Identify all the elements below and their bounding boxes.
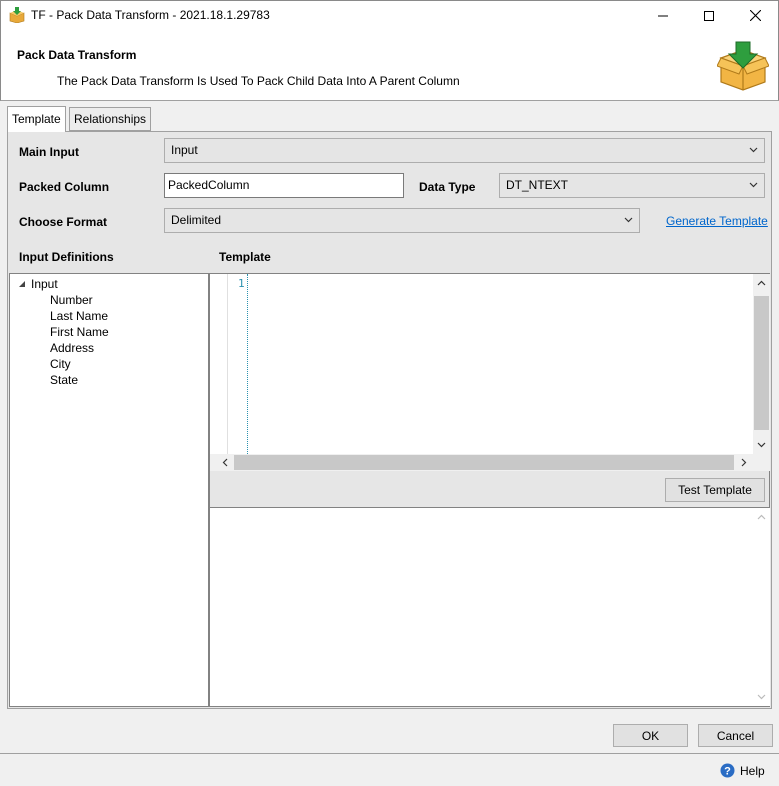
main-input-select[interactable]: Input xyxy=(164,138,765,163)
ok-button[interactable]: OK xyxy=(613,724,688,747)
generate-template-link[interactable]: Generate Template xyxy=(666,214,768,228)
minimize-button[interactable] xyxy=(640,1,686,30)
scroll-down-icon[interactable] xyxy=(757,440,766,449)
svg-text:?: ? xyxy=(724,766,731,778)
app-icon xyxy=(9,7,25,24)
line-number: 1 xyxy=(238,277,245,290)
maximize-icon xyxy=(704,10,714,21)
header-title: Pack Data Transform xyxy=(17,48,137,62)
cancel-button[interactable]: Cancel xyxy=(698,724,773,747)
maximize-button[interactable] xyxy=(686,1,732,30)
tree-node-number[interactable]: Number xyxy=(50,293,93,307)
scroll-left-icon[interactable] xyxy=(221,458,230,467)
footer-separator xyxy=(0,753,779,754)
dialog-header: Pack Data Transform The Pack Data Transf… xyxy=(0,31,779,101)
help-label: Help xyxy=(740,763,765,778)
results-scrollbar[interactable] xyxy=(753,508,770,706)
main-input-label: Main Input xyxy=(19,145,79,159)
tree-node-address[interactable]: Address xyxy=(50,341,94,355)
template-heading: Template xyxy=(219,250,271,264)
choose-format-select[interactable]: Delimited xyxy=(164,208,640,233)
tree-node-first-name[interactable]: First Name xyxy=(50,325,109,339)
horizontal-scrollbar[interactable] xyxy=(210,454,753,471)
main-input-value: Input xyxy=(171,143,198,157)
data-type-value: DT_NTEXT xyxy=(506,178,569,192)
choose-format-value: Delimited xyxy=(171,213,222,227)
input-definitions-tree[interactable]: Input Number Last Name First Name Addres… xyxy=(9,273,209,707)
test-results-area[interactable] xyxy=(209,507,770,707)
tree-node-state[interactable]: State xyxy=(50,373,78,387)
editor-margin xyxy=(210,274,228,454)
choose-format-label: Choose Format xyxy=(19,215,108,229)
test-template-button[interactable]: Test Template xyxy=(665,478,765,502)
help-icon: ? xyxy=(720,763,735,778)
gutter-separator xyxy=(247,274,248,454)
input-definitions-heading: Input Definitions xyxy=(19,250,114,264)
tree-node-city[interactable]: City xyxy=(50,357,71,371)
template-editor[interactable]: 1 xyxy=(209,273,770,471)
chevron-down-icon xyxy=(749,182,758,188)
packed-column-label: Packed Column xyxy=(19,180,110,194)
tree-node-last-name[interactable]: Last Name xyxy=(50,309,108,323)
tree-node-input[interactable]: Input xyxy=(31,277,58,291)
data-type-label: Data Type xyxy=(419,180,476,194)
packed-column-input[interactable]: PackedColumn xyxy=(164,173,404,198)
close-button[interactable] xyxy=(732,1,778,30)
chevron-down-icon xyxy=(624,217,633,223)
scroll-up-icon[interactable] xyxy=(757,279,766,288)
window-title: TF - Pack Data Transform - 2021.18.1.297… xyxy=(31,8,270,22)
scroll-right-icon[interactable] xyxy=(739,458,748,467)
scroll-up-icon[interactable] xyxy=(757,513,766,522)
expanded-triangle-icon[interactable] xyxy=(18,280,26,288)
close-icon xyxy=(749,10,761,21)
data-type-select[interactable]: DT_NTEXT xyxy=(499,173,765,198)
scroll-corner xyxy=(753,454,770,471)
header-description: The Pack Data Transform Is Used To Pack … xyxy=(57,74,460,88)
tab-relationships[interactable]: Relationships xyxy=(69,107,152,131)
package-logo-icon xyxy=(716,40,770,92)
vertical-scrollbar[interactable] xyxy=(753,274,770,454)
chevron-down-icon xyxy=(749,147,758,153)
vertical-scroll-thumb[interactable] xyxy=(754,296,769,430)
minimize-icon xyxy=(658,15,668,16)
scroll-down-icon[interactable] xyxy=(757,692,766,701)
tab-template[interactable]: Template xyxy=(7,106,66,132)
horizontal-scroll-thumb[interactable] xyxy=(234,455,734,470)
help-link[interactable]: ? Help xyxy=(720,763,765,778)
